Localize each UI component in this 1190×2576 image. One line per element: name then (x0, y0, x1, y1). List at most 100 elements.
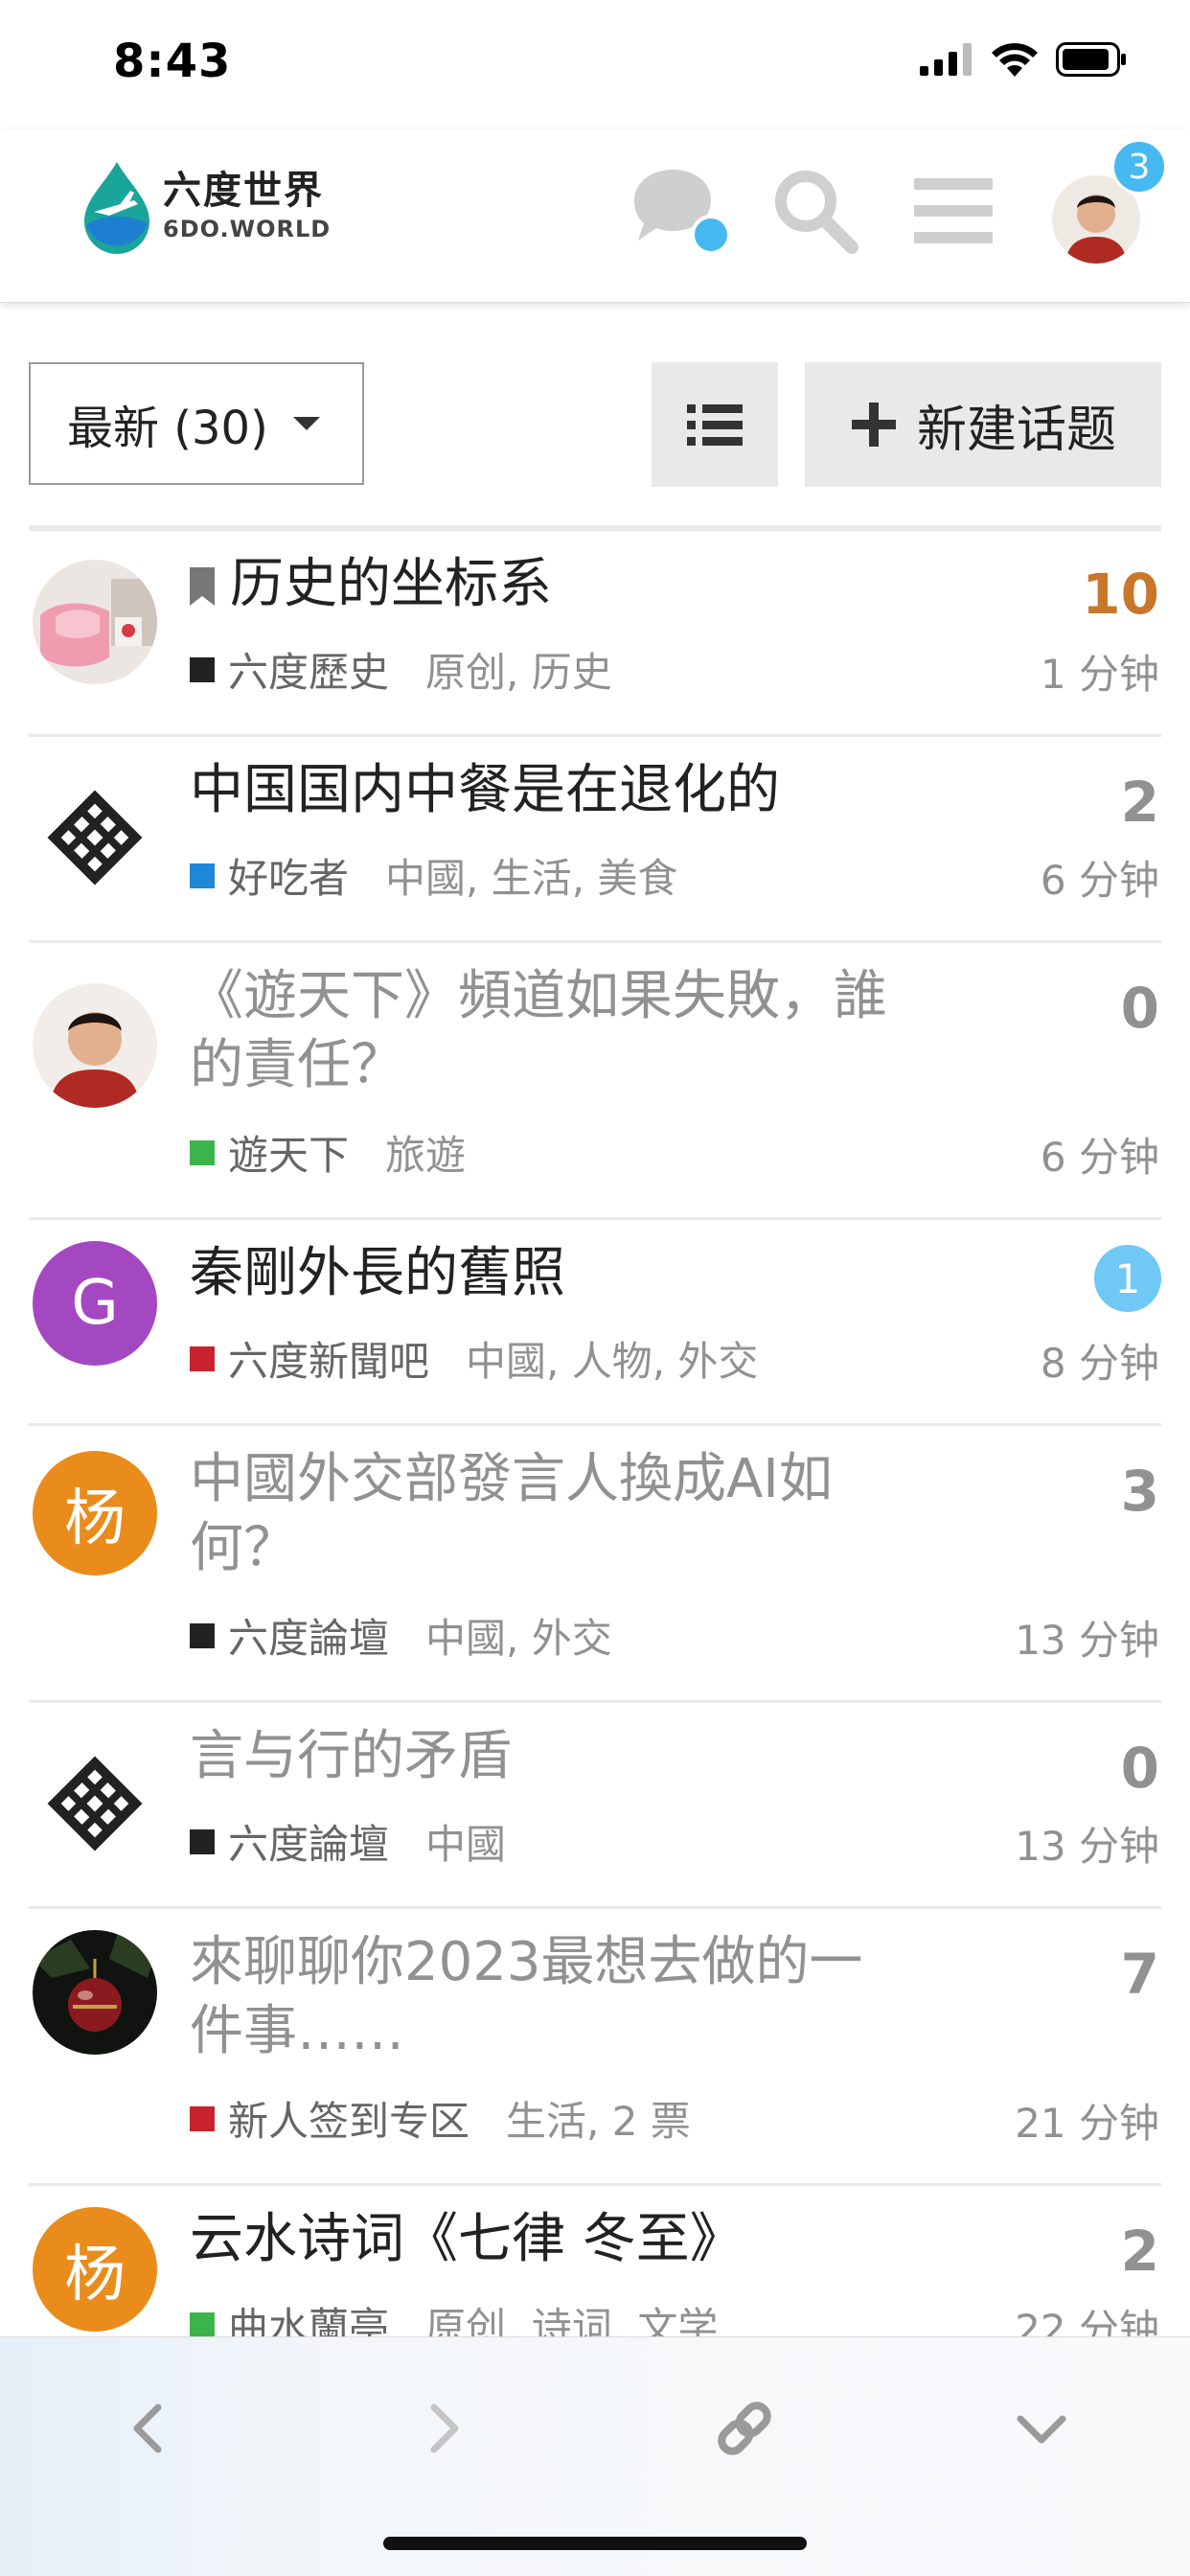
activity-time[interactable]: 13 分钟 (1015, 1608, 1159, 1667)
reply-count[interactable]: 7 (1121, 1942, 1159, 2007)
topic-tags[interactable]: 中國, 生活, 美食 (385, 846, 677, 905)
status-icons (920, 42, 1129, 77)
cellular-signal-icon (920, 43, 972, 76)
letter-avatar[interactable]: 杨 (33, 1451, 157, 1576)
topic-meta: 六度歷史 原创, 历史 (190, 640, 612, 699)
activity-time[interactable]: 6 分钟 (1041, 1125, 1159, 1184)
link-icon (718, 2402, 771, 2455)
category-color-square (190, 862, 215, 888)
topic-title[interactable]: 《遊天下》頻道如果失敗，誰 的責任？ (190, 962, 995, 1100)
category-color-square (190, 656, 215, 682)
topic-title-line: 件事…… (190, 2000, 404, 2062)
activity-time[interactable]: 13 分钟 (1015, 1814, 1159, 1873)
endless-knot-avatar (33, 775, 157, 900)
site-logo[interactable]: 六度世界 6DO.WORLD (80, 158, 331, 254)
forward-button[interactable] (391, 2376, 496, 2481)
category-color-square (190, 1346, 215, 1371)
collapse-button[interactable] (989, 2376, 1094, 2481)
chat-button[interactable] (625, 158, 730, 264)
topic-meta: 六度論壇 中國 (190, 1812, 506, 1871)
topic-title[interactable]: 历史的坐标系 (190, 550, 995, 619)
topic-row[interactable]: 來聊聊你2023最想去做的一 件事…… 7 新人签到专区 生活, 2 票 21 … (29, 1909, 1161, 2186)
topic-title[interactable]: 云水诗词《七律 冬至》 (190, 2205, 995, 2274)
notification-badge[interactable]: 3 (1111, 139, 1167, 195)
topic-list: 历史的坐标系 10 六度歷史 原创, 历史 1 分钟 中国国内中餐是在退化的 2… (29, 525, 1161, 2392)
topic-meta: 六度新聞吧 中國, 人物, 外交 (190, 1329, 758, 1388)
topic-tags[interactable]: 生活, 2 票 (506, 2089, 691, 2148)
wifi-icon (992, 43, 1038, 77)
topic-title-line: 的責任？ (190, 1034, 404, 1096)
activity-time[interactable]: 8 分钟 (1041, 1331, 1159, 1390)
status-bar: 8:43 (0, 0, 1190, 129)
topic-meta: 遊天下 旅遊 (190, 1123, 466, 1182)
poster-avatar[interactable] (33, 1930, 157, 2055)
topic-title-line: 來聊聊你2023最想去做的一 (190, 1931, 863, 1993)
logo-subtitle: 6DO.WORLD (163, 216, 332, 242)
topic-tags[interactable]: 中國, 外交 (425, 1606, 612, 1665)
category-link[interactable]: 六度論壇 (228, 1812, 389, 1871)
share-link-button[interactable] (692, 2376, 797, 2481)
new-topic-button[interactable]: 新建话题 (805, 362, 1161, 487)
topic-tags[interactable]: 中國, 人物, 外交 (466, 1329, 758, 1388)
search-icon (775, 171, 858, 254)
logo-mark-icon (84, 162, 149, 254)
category-link[interactable]: 六度新聞吧 (228, 1329, 429, 1388)
reply-count[interactable]: 3 (1121, 1459, 1159, 1524)
category-link[interactable]: 六度歷史 (228, 640, 389, 699)
letter-avatar[interactable]: G (33, 1241, 157, 1366)
unread-badge[interactable]: 1 (1094, 1245, 1161, 1312)
category-color-square (190, 2105, 215, 2131)
new-topic-label: 新建话题 (916, 401, 1116, 459)
poster-avatar[interactable] (33, 775, 157, 900)
poster-avatar[interactable] (33, 560, 157, 684)
topic-title[interactable]: 中國外交部發言人換成AI如 何？ (190, 1445, 995, 1583)
topic-meta: 新人签到专区 生活, 2 票 (190, 2089, 691, 2148)
reply-count[interactable]: 10 (1082, 562, 1159, 627)
status-time: 8:43 (113, 34, 232, 88)
activity-time[interactable]: 6 分钟 (1041, 848, 1159, 907)
activity-time[interactable]: 1 分钟 (1041, 642, 1159, 701)
topic-row[interactable]: 言与行的矛盾 0 六度論壇 中國 13 分钟 (29, 1703, 1161, 1909)
topic-row[interactable]: 历史的坐标系 10 六度歷史 原创, 历史 1 分钟 (29, 531, 1161, 737)
category-color-square (190, 1622, 215, 1648)
filter-dropdown[interactable]: 最新 (30) (29, 362, 364, 485)
reply-count[interactable]: 0 (1121, 976, 1159, 1041)
topic-row[interactable]: 中国国内中餐是在退化的 2 好吃者 中國, 生活, 美食 6 分钟 (29, 737, 1161, 943)
christmas-ornament-avatar (33, 1930, 157, 2055)
reply-count[interactable]: 2 (1121, 2219, 1159, 2284)
reply-count[interactable]: 2 (1121, 770, 1159, 835)
filter-label: 最新 (30) (67, 402, 268, 455)
topic-title[interactable]: 言与行的矛盾 (190, 1722, 995, 1791)
topic-tags[interactable]: 旅遊 (385, 1123, 466, 1182)
battery-icon (1056, 42, 1126, 77)
topic-tags[interactable]: 原创, 历史 (425, 640, 612, 699)
topic-title[interactable]: 秦剛外長的舊照 (190, 1239, 995, 1308)
back-button[interactable] (96, 2376, 201, 2481)
menu-button[interactable] (901, 158, 1006, 264)
letter-avatar[interactable]: 杨 (33, 2207, 157, 2332)
topic-title-text: 历史的坐标系 (230, 553, 552, 615)
chat-icon (634, 170, 730, 255)
topic-title[interactable]: 來聊聊你2023最想去做的一 件事…… (190, 1928, 995, 2066)
topic-row[interactable]: G 秦剛外長的舊照 1 六度新聞吧 中國, 人物, 外交 8 分钟 (29, 1220, 1161, 1426)
category-link[interactable]: 六度論壇 (228, 1606, 389, 1665)
category-link[interactable]: 好吃者 (228, 846, 349, 905)
topic-controls: 最新 (30) 新建话题 (0, 362, 1190, 489)
category-link[interactable]: 遊天下 (228, 1123, 349, 1182)
reply-count[interactable]: 0 (1121, 1736, 1159, 1801)
endless-knot-avatar (33, 1741, 157, 1866)
list-view-toggle[interactable] (652, 362, 778, 487)
topic-title[interactable]: 中国国内中餐是在退化的 (190, 756, 995, 825)
topic-row[interactable]: 杨 中國外交部發言人換成AI如 何？ 3 六度論壇 中國, 外交 13 分钟 (29, 1426, 1161, 1703)
category-link[interactable]: 新人签到专区 (228, 2089, 469, 2148)
activity-time[interactable]: 21 分钟 (1015, 2091, 1159, 2150)
topic-tags[interactable]: 中國 (425, 1812, 506, 1871)
category-color-square (190, 2312, 215, 2337)
poster-avatar[interactable] (33, 1741, 157, 1866)
home-indicator (383, 2537, 807, 2550)
poster-avatar[interactable] (33, 983, 157, 1108)
page: 8:43 六度世界 6DO.WORLD 3 最新 (30) 新建话题 历史的坐标… (0, 0, 1190, 2576)
topic-title-line: 何？ (190, 1517, 297, 1579)
search-button[interactable] (763, 158, 868, 264)
topic-row[interactable]: 《遊天下》頻道如果失敗，誰 的責任？ 0 遊天下 旅遊 6 分钟 (29, 943, 1161, 1220)
